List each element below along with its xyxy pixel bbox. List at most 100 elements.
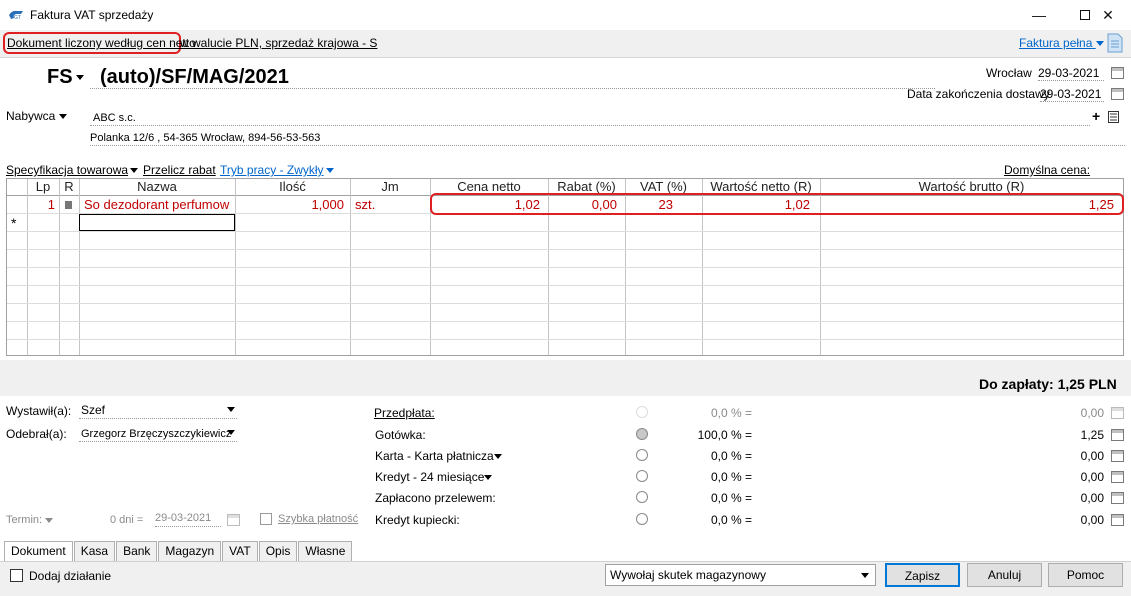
cell-unit[interactable]: szt. <box>355 196 425 214</box>
help-button[interactable]: Pomoc <box>1048 563 1123 587</box>
invoice-type-link[interactable]: Faktura pełna <box>1019 36 1104 50</box>
issued-by-label: Wystawił(a): <box>6 404 72 418</box>
separator <box>90 88 935 89</box>
invoice-type-label: Faktura pełna <box>1019 36 1093 50</box>
chevron-down-icon <box>1095 41 1104 47</box>
payment-percent-card: 0,0 % = <box>710 449 752 463</box>
payment-radio-transfer[interactable] <box>636 491 648 503</box>
received-by-label: Odebrał(a): <box>6 427 67 441</box>
calculator-icon[interactable] <box>1111 492 1124 504</box>
buyer-address-field[interactable]: Polanka 12/6 , 54-365 Wrocław, 894-56-53… <box>90 130 1125 146</box>
svg-text:GT: GT <box>14 15 21 21</box>
new-row-name-input[interactable] <box>79 214 235 231</box>
title-bar: GT Faktura VAT sprzedaży — ✕ <box>0 0 1131 30</box>
payment-card-selector[interactable]: Karta - Karta płatnicza <box>375 449 502 463</box>
row-divider <box>7 321 1123 322</box>
buyer-address: Polanka 12/6 , 54-365 Wrocław, 894-56-53… <box>90 132 321 144</box>
row-divider <box>7 303 1123 304</box>
price-mode-link[interactable]: Dokument liczony według cen netto <box>7 36 196 50</box>
fast-payment-checkbox[interactable] <box>260 513 272 525</box>
cancel-button[interactable]: Anuluj <box>967 563 1042 587</box>
currency-info[interactable]: w walucie PLN, sprzedaż krajowa - S <box>180 36 377 50</box>
specification-menu[interactable]: Specyfikacja towarowa <box>6 163 139 177</box>
chevron-down-icon <box>861 573 869 578</box>
payment-radio-credit[interactable] <box>636 470 648 482</box>
payment-credit-selector[interactable]: Kredyt - 24 miesiące <box>375 470 493 484</box>
warehouse-effect-value: Wywołaj skutek magazynowy <box>610 568 766 582</box>
chevron-down-icon <box>325 168 334 174</box>
payment-label-card: Karta - Karta płatnicza <box>375 449 494 463</box>
payment-label-prepay[interactable]: Przedpłata: <box>374 406 435 420</box>
window-title: Faktura VAT sprzedaży <box>30 8 154 22</box>
calendar-icon[interactable] <box>1111 88 1124 100</box>
header-selector <box>7 179 27 196</box>
payment-amount-credit: 0,00 <box>1080 470 1104 484</box>
chevron-down-icon <box>227 407 235 412</box>
row-divider <box>7 249 1123 250</box>
calendar-icon[interactable] <box>1111 67 1124 79</box>
cell-name[interactable]: So dezodorant perfumow <box>84 196 234 214</box>
tab-opis[interactable]: Opis <box>258 541 298 561</box>
highlight-box <box>430 193 1124 215</box>
tab-bank[interactable]: Bank <box>116 541 158 561</box>
close-icon[interactable]: ✕ <box>1085 0 1131 30</box>
tab-vat[interactable]: VAT <box>222 541 258 561</box>
payment-radio-merchant-credit[interactable] <box>636 513 648 525</box>
chevron-down-icon <box>484 475 493 481</box>
term-date-field[interactable]: 29-03-2021 <box>155 512 221 527</box>
payment-percent-prepay: 0,0 % = <box>710 406 752 420</box>
save-button[interactable]: Zapisz <box>885 563 960 587</box>
received-by-select[interactable]: Grzegorz Brzęczyszczykiewicz <box>79 426 237 442</box>
document-icon[interactable] <box>1106 33 1124 53</box>
doc-type-selector[interactable]: FS <box>47 66 84 89</box>
payment-label-credit: Kredyt - 24 miesiące <box>375 470 485 484</box>
items-table[interactable]: Lp R Nazwa Ilość Jm Cena netto Rabat (%)… <box>6 178 1124 356</box>
list-icon[interactable] <box>1108 111 1119 123</box>
term-selector[interactable]: Termin: <box>6 514 54 526</box>
buyer-name-field[interactable]: ABC s.c. <box>90 110 1090 126</box>
column-header-unit[interactable]: Jm <box>350 179 430 196</box>
row-divider <box>7 339 1123 340</box>
calculator-icon[interactable] <box>1111 407 1124 419</box>
calculator-icon[interactable] <box>1111 471 1124 483</box>
amount-due: Do zapłaty: 1,25 PLN <box>979 376 1117 392</box>
calculator-icon[interactable] <box>1111 429 1124 441</box>
term-date: 29-03-2021 <box>155 512 212 524</box>
add-action-checkbox[interactable] <box>10 569 23 582</box>
calculator-icon[interactable] <box>1111 514 1124 526</box>
recalculate-discount-button[interactable]: Przelicz rabat <box>143 163 216 177</box>
column-header-qty[interactable]: Ilość <box>235 179 350 196</box>
doc-type: FS <box>47 66 73 88</box>
issue-date-field[interactable]: 29-03-2021 <box>1038 66 1104 81</box>
work-mode-menu[interactable]: Tryb pracy - Zwykły <box>220 163 334 177</box>
payment-radio-prepay[interactable] <box>636 406 648 418</box>
cell-qty[interactable]: 1,000 <box>235 196 344 214</box>
payment-radio-cash[interactable] <box>636 428 648 440</box>
column-header-lp[interactable]: Lp <box>27 179 59 196</box>
delivery-date-field[interactable]: 29-03-2021 <box>1040 87 1104 102</box>
issue-date: 29-03-2021 <box>1038 66 1100 80</box>
cell-lp[interactable]: 1 <box>27 196 55 214</box>
add-action-label: Dodaj działanie <box>29 569 112 583</box>
buyer-label: Nabywca <box>6 109 56 123</box>
column-header-name[interactable]: Nazwa <box>79 179 235 196</box>
warehouse-effect-select[interactable]: Wywołaj skutek magazynowy <box>605 564 876 586</box>
doc-number: (auto)/SF/MAG/2021 <box>100 66 289 88</box>
row-marker-icon <box>65 201 72 209</box>
buyer-selector[interactable]: Nabywca <box>6 109 67 123</box>
payment-radio-card[interactable] <box>636 449 648 461</box>
tab-bar: Dokument Kasa Bank Magazyn VAT Opis Włas… <box>4 541 353 561</box>
tab-dokument[interactable]: Dokument <box>4 541 73 561</box>
chevron-down-icon <box>58 114 67 120</box>
tab-magazyn[interactable]: Magazyn <box>158 541 222 561</box>
column-header-r[interactable]: R <box>59 179 79 196</box>
calculator-icon[interactable] <box>1111 450 1124 462</box>
issued-by-value: Szef <box>81 403 106 417</box>
calendar-icon[interactable] <box>227 514 240 526</box>
row-divider <box>7 231 1123 232</box>
minimize-icon[interactable]: — <box>1016 0 1062 30</box>
tab-kasa[interactable]: Kasa <box>73 541 116 561</box>
add-icon[interactable]: + <box>1092 108 1100 124</box>
issued-by-select[interactable]: Szef <box>79 403 237 419</box>
tab-wlasne[interactable]: Własne <box>298 541 353 561</box>
